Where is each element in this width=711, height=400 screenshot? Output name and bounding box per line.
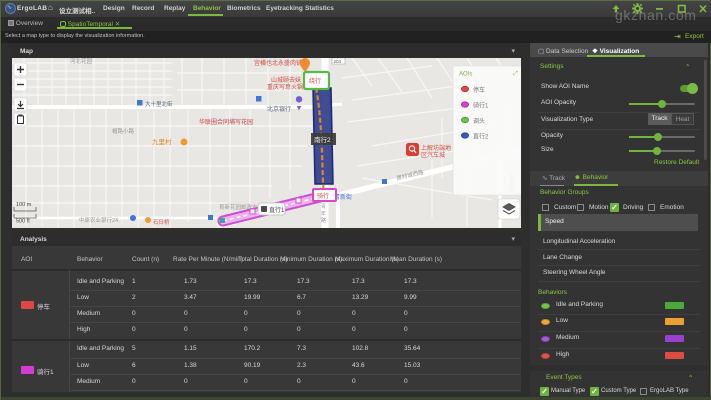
- svg-text:大十里北街: 大十里北街: [145, 100, 173, 108]
- svg-text:北京银行: 北京银行: [267, 105, 291, 113]
- svg-text:⤢: ⤢: [513, 70, 518, 77]
- svg-text:帽路小路: 帽路小路: [112, 127, 135, 135]
- svg-text:绕行: 绕行: [309, 77, 321, 85]
- svg-text:九里村: 九里村: [152, 137, 172, 146]
- svg-text:路: 路: [321, 217, 326, 224]
- svg-text:重庆写意火锅: 重庆写意火锅: [267, 83, 303, 91]
- svg-text:华联圈合同埔写花园: 华联圈合同埔写花园: [199, 118, 253, 126]
- svg-text:年: 年: [321, 210, 326, 217]
- svg-text:石日桥: 石日桥: [153, 218, 170, 226]
- svg-text:调头: 调头: [473, 117, 485, 125]
- svg-text:宜横也北永盛肉铺: 宜横也北永盛肉铺: [254, 59, 302, 67]
- svg-text:区汽车城: 区汽车城: [421, 151, 445, 159]
- svg-text:AOIs: AOIs: [459, 72, 472, 78]
- svg-text:骑行: 骑行: [317, 192, 329, 200]
- svg-text:山城颐去妹: 山城颐去妹: [271, 76, 301, 84]
- svg-text:骑行1: 骑行1: [473, 102, 489, 110]
- svg-text:青: 青: [321, 203, 326, 210]
- svg-text:直行2: 直行2: [473, 133, 489, 141]
- svg-text:500 ft: 500 ft: [16, 219, 30, 225]
- svg-text:上解坊端地: 上解坊端地: [421, 144, 451, 152]
- svg-text:直行1: 直行1: [269, 206, 285, 214]
- svg-text:停车: 停车: [473, 86, 485, 94]
- svg-text:河北花园: 河北花园: [70, 58, 93, 65]
- svg-text:中原农业银行24: 中原农业银行24: [79, 216, 118, 224]
- svg-text:100 m: 100 m: [16, 202, 32, 208]
- svg-text:南行2: 南行2: [314, 135, 331, 144]
- svg-text:204: 204: [334, 59, 342, 64]
